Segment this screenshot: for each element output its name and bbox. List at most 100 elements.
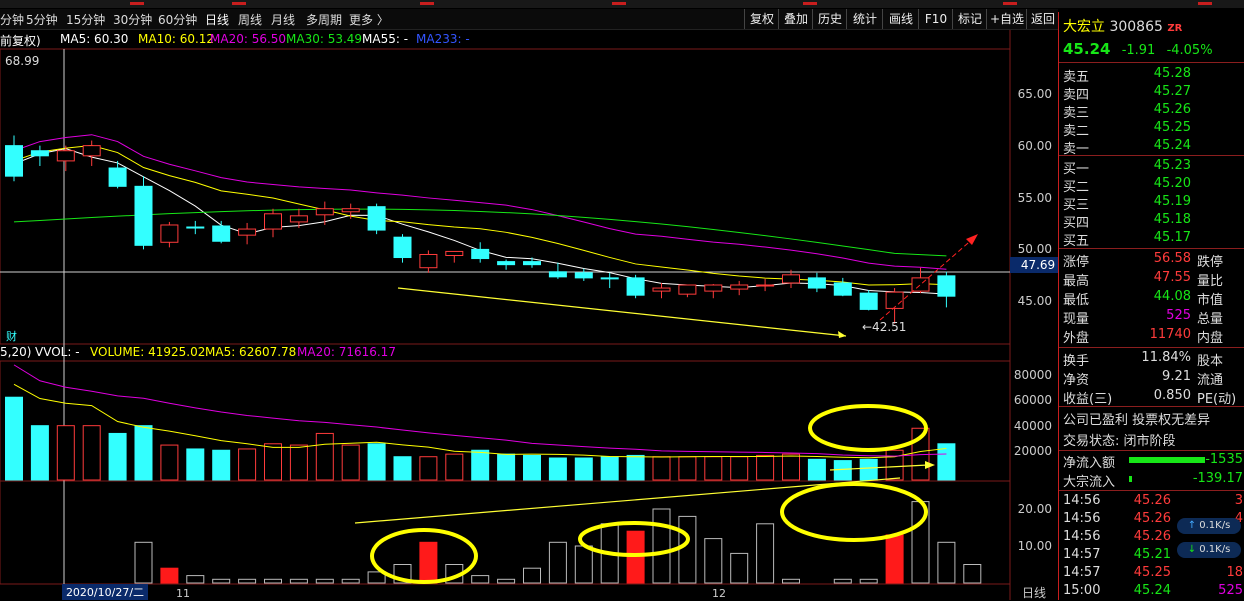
volume-bar[interactable]: [626, 454, 645, 481]
ask-level-row[interactable]: 卖二 45.25: [1063, 120, 1243, 139]
candle-body[interactable]: [652, 287, 671, 292]
candle-body[interactable]: [367, 206, 386, 231]
ask-level-row[interactable]: 卖五 45.28: [1063, 66, 1243, 85]
volume-bar[interactable]: [5, 396, 23, 481]
candle-body[interactable]: [911, 277, 930, 292]
candle-body[interactable]: [419, 253, 438, 269]
tick-price: 45.25: [1133, 565, 1171, 580]
volume-bar[interactable]: [678, 456, 697, 481]
volume-bar[interactable]: [341, 444, 360, 481]
volume-bar[interactable]: [393, 456, 412, 481]
volume-bar[interactable]: [652, 456, 671, 481]
cursor-price-label: 47.69: [1021, 258, 1055, 272]
candle-body[interactable]: [186, 226, 205, 229]
volume-bar[interactable]: [289, 444, 308, 481]
volume-bar[interactable]: [82, 425, 101, 481]
volume-bar[interactable]: [497, 453, 516, 481]
speed-badge[interactable]: ↓ 0.1K/s: [1177, 542, 1241, 558]
volume-bar[interactable]: [134, 425, 153, 481]
candle-body[interactable]: [212, 225, 231, 242]
volume-bar[interactable]: [238, 448, 257, 481]
candle-body[interactable]: [30, 150, 49, 157]
candle-body[interactable]: [548, 271, 567, 278]
kline-chart[interactable]: 65.00 60.00 55.00 50.00 45.00 80000 6000…: [0, 0, 1058, 600]
candle-body[interactable]: [238, 228, 257, 236]
volume-bar[interactable]: [445, 453, 464, 481]
period-tab-daily[interactable]: 日线: [1022, 586, 1046, 600]
candle-body[interactable]: [782, 274, 800, 284]
candle-body[interactable]: [497, 261, 516, 266]
candle-body[interactable]: [108, 167, 127, 187]
candle-body[interactable]: [264, 213, 282, 230]
candle-body[interactable]: [134, 185, 153, 246]
vol-axis-label: 20000: [1014, 444, 1052, 458]
volume-bar[interactable]: [315, 432, 334, 481]
candle-body[interactable]: [445, 250, 464, 256]
finance-icon[interactable]: 财: [6, 329, 17, 343]
volume-bar[interactable]: [56, 425, 75, 481]
stat2-value: 0.850: [1153, 388, 1191, 403]
candle-body[interactable]: [859, 292, 878, 310]
sub-indicator-bar: [289, 578, 308, 584]
candle-body[interactable]: [471, 248, 490, 260]
volume-bar[interactable]: [108, 432, 127, 481]
volume-bar[interactable]: [419, 456, 438, 481]
volume-bar[interactable]: [574, 457, 593, 481]
bid-level-row[interactable]: 买三 45.19: [1063, 194, 1243, 213]
volume-bar[interactable]: [264, 443, 282, 481]
ask-level-row[interactable]: 卖三 45.26: [1063, 102, 1243, 121]
volume-bar[interactable]: [367, 443, 386, 481]
candle-body[interactable]: [937, 275, 956, 297]
candle-body[interactable]: [523, 261, 541, 266]
sub-indicator-bar: [937, 541, 956, 584]
price-axis-label: 55.00: [1018, 191, 1052, 205]
candle-body[interactable]: [807, 277, 826, 289]
volume-bar[interactable]: [885, 449, 904, 481]
volume-bar[interactable]: [186, 448, 205, 481]
volume-bar[interactable]: [756, 454, 775, 481]
candle-body[interactable]: [56, 150, 75, 162]
candle-body[interactable]: [704, 284, 723, 292]
volume-bar[interactable]: [833, 460, 852, 481]
candle-body[interactable]: [341, 208, 360, 213]
speed-up-value: 0.1K/s: [1199, 520, 1231, 531]
volume-bar[interactable]: [548, 457, 567, 481]
bid-level-row[interactable]: 买二 45.20: [1063, 176, 1243, 195]
candle-body[interactable]: [315, 208, 334, 216]
candle-body[interactable]: [5, 145, 23, 177]
volume-bars-group: [5, 396, 956, 481]
volume-bar[interactable]: [523, 454, 541, 481]
volume-bar[interactable]: [859, 458, 878, 481]
volume-bar[interactable]: [600, 456, 619, 481]
candle-body[interactable]: [600, 277, 619, 280]
volume-bar[interactable]: [704, 456, 723, 481]
candle-body[interactable]: [160, 224, 179, 243]
volume-bar[interactable]: [160, 444, 179, 481]
candle-body[interactable]: [833, 282, 852, 296]
volume-bar[interactable]: [807, 458, 826, 481]
candle-body[interactable]: [678, 284, 697, 295]
ask-level-row[interactable]: 卖一 45.24: [1063, 138, 1243, 157]
bid-level-label: 买一: [1063, 162, 1090, 177]
volume-bar[interactable]: [730, 456, 749, 481]
volume-bar[interactable]: [212, 449, 231, 481]
candle-body[interactable]: [756, 284, 775, 287]
candle-body[interactable]: [885, 291, 904, 309]
volume-bar[interactable]: [30, 425, 49, 481]
candle-body[interactable]: [289, 215, 308, 223]
sub-indicator-bar: [730, 552, 749, 584]
candle-body[interactable]: [626, 277, 645, 296]
bid-level-row[interactable]: 买四 45.18: [1063, 212, 1243, 231]
bid-level-row[interactable]: 买五 45.17: [1063, 230, 1243, 249]
bid-level-row[interactable]: 买一 45.23: [1063, 158, 1243, 177]
candle-body[interactable]: [82, 145, 101, 157]
stat-value: 525: [1166, 308, 1191, 323]
candle-body[interactable]: [393, 236, 412, 259]
volume-bar[interactable]: [782, 453, 800, 481]
candle-body[interactable]: [574, 272, 593, 279]
ask-level-row[interactable]: 卖四 45.27: [1063, 84, 1243, 103]
candle-body[interactable]: [730, 284, 749, 290]
volume-bar[interactable]: [471, 449, 490, 481]
speed-badge[interactable]: ↑ 0.1K/s: [1177, 518, 1241, 534]
sub-indicator-bar: [134, 541, 153, 584]
